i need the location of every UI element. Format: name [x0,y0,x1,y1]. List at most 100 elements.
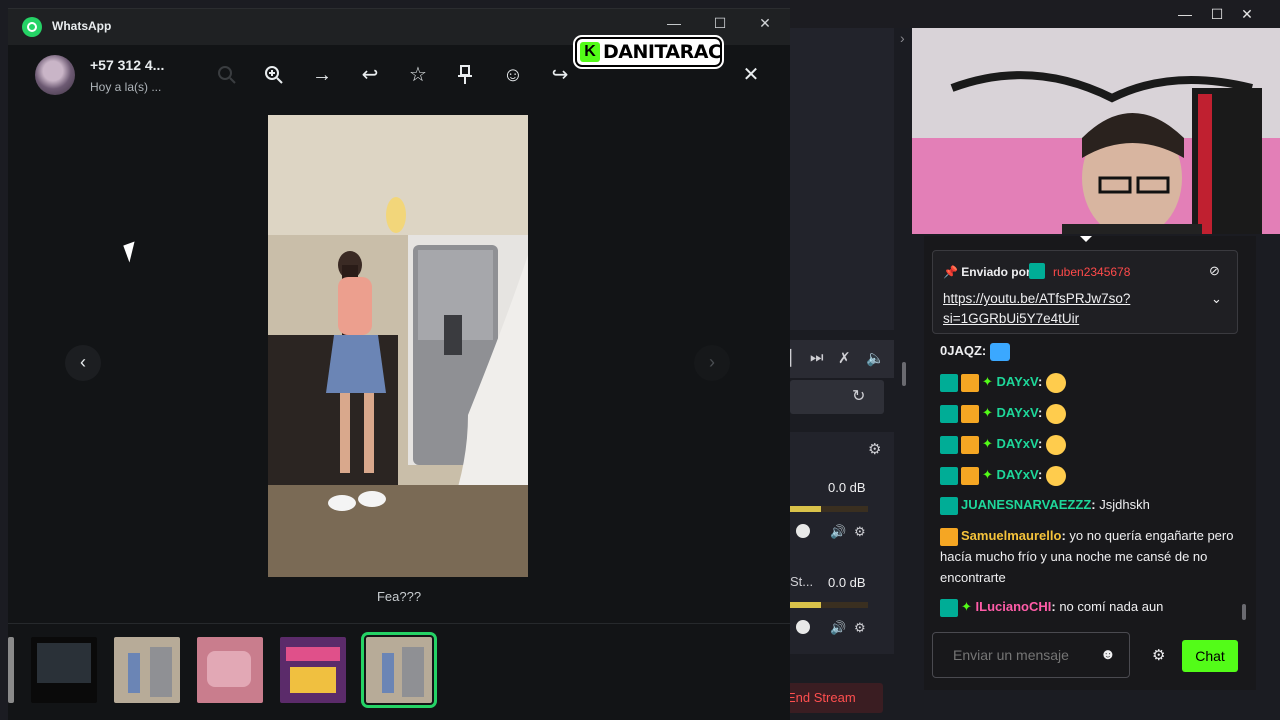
chat-message: ✦ DAYxV: [940,371,1240,393]
panel-scrollbar[interactable] [902,362,906,386]
chat-send-button[interactable]: Chat [1182,640,1238,672]
close-window-button[interactable]: ✕ [745,5,785,41]
volume-slider-handle-2[interactable] [796,620,810,634]
chat-settings-gear-icon[interactable]: ⚙ [1152,646,1165,664]
volume-icon[interactable]: 🔈 [866,349,885,367]
pinned-label: 📌 Enviado por [943,265,1031,279]
whatsapp-logo-icon [22,17,42,37]
zoom-out-icon [212,60,242,90]
moderator-badge-icon [940,373,958,392]
crown-badge-icon [961,466,979,485]
moderator-badge-icon [940,598,958,617]
streaming-app-titlebar: — ☐ ✕ [790,0,1280,28]
stream-chat-panel: 📌 Enviado por ruben2345678 ⊘ https://you… [924,236,1256,690]
contact-name: +57 312 4... [90,57,165,73]
message-timestamp: Hoy a la(s) ... [90,80,162,94]
emote-icon [1045,403,1066,424]
moderator-badge-icon [940,404,958,423]
crown-badge-icon [961,404,979,423]
refresh-icon[interactable]: ↻ [852,386,865,406]
speaker-icon[interactable]: 🔊 [830,620,846,636]
refresh-bar: ↻ [790,380,884,414]
mouse-cursor [123,241,141,263]
scene-preview-panel [790,28,894,330]
stop-icon[interactable]: ▏ [790,349,802,367]
media-thumbnail[interactable] [114,637,180,703]
media-thumbnail[interactable] [8,637,14,703]
sparkle-badge-icon: ✦ [982,467,993,482]
streamer-name: DANITARAC [603,41,722,63]
kick-logo-icon: K [580,42,600,62]
settings-gear-icon[interactable]: ⚙ [868,440,881,458]
pin-icon[interactable] [450,60,480,90]
chat-message: ✦ DAYxV: [940,402,1240,424]
reply-icon[interactable]: ↩ [355,60,385,90]
media-controls: ▏ ⏭ ✗ 🔈 [790,340,894,378]
speaker-icon[interactable]: 🔊 [830,524,846,540]
maximize-icon[interactable]: ☐ [1202,0,1232,28]
window-title: WhatsApp [52,19,112,33]
moderator-badge-icon [940,466,958,485]
end-stream-button[interactable]: End Stream [785,683,883,713]
sparkle-badge-icon: ✦ [982,374,993,389]
chat-message: JUANESNARVAEZZZ: Jsjdhskh [940,494,1240,515]
forward-icon[interactable]: ↪ [545,60,575,90]
media-thumbnail[interactable] [197,637,263,703]
avatar[interactable] [35,55,75,95]
next-media-button[interactable]: › [694,345,730,381]
gear-icon[interactable]: ⚙ [854,524,866,540]
chat-scrollbar[interactable] [1242,604,1246,620]
emote-icon [1045,465,1066,486]
maximize-button[interactable]: ☐ [700,5,740,41]
divider [8,623,790,624]
hide-eye-icon[interactable]: ⊘ [1209,263,1220,279]
audio-mixer-panel: ⚙ 0.0 dB 🔊 ⚙ St... 0.0 dB 🔊 ⚙ [790,432,894,654]
media-thumbnail[interactable] [280,637,346,703]
emoji-picker-icon[interactable]: ☻ [1100,646,1116,663]
minimize-button[interactable]: — [654,5,694,41]
chat-message: 0JAQZ: [940,340,1240,361]
chat-message: Samuelmaurello: yo no quería engañarte p… [940,527,1234,585]
go-to-message-icon[interactable]: → [307,60,337,90]
moderator-badge-icon [1029,263,1045,279]
audio-level-db-1: 0.0 dB [828,480,866,495]
audio-meter-2 [790,602,868,608]
emote-icon [1045,434,1066,455]
source-name-partial: St... [790,574,814,589]
star-icon[interactable]: ☆ [403,60,433,90]
streamer-overlay-badge: K DANITARAC [575,37,722,67]
media-image[interactable] [268,115,528,577]
sparkle-badge-icon: ✦ [982,405,993,420]
sparkle-badge-icon: ✦ [961,599,972,614]
chevron-down-icon[interactable]: ⌄ [1211,291,1222,307]
collapse-chevron-icon[interactable]: › [900,30,905,46]
sparkle-badge-icon: ✦ [982,436,993,451]
mute-icon[interactable]: ✗ [838,349,851,367]
minimize-icon[interactable]: — [1170,0,1200,28]
skip-next-icon[interactable]: ⏭ [810,349,824,366]
close-icon[interactable]: ✕ [1232,0,1262,28]
audio-meter-1 [790,506,868,512]
media-thumbnail-selected[interactable] [361,632,437,708]
volume-slider-handle-1[interactable] [796,524,810,538]
pinned-message: 📌 Enviado por ruben2345678 ⊘ https://you… [932,250,1238,334]
gear-icon[interactable]: ⚙ [854,620,866,636]
audio-level-db-2: 0.0 dB [828,575,866,590]
emote-icon [989,342,1010,361]
emote-icon [1045,372,1066,393]
close-viewer-icon[interactable]: ✕ [736,60,766,90]
caret-down-icon [1080,236,1092,242]
pinned-username[interactable]: ruben2345678 [1053,265,1130,279]
chat-message: ✦ ILucianoCHI: no comí nada aun [940,596,1240,617]
media-thumbnail[interactable] [31,637,97,703]
moderator-badge-icon [940,435,958,454]
pinned-link[interactable]: https://youtu.be/ATfsPRJw7so?si=1GGRbUi5… [943,289,1183,329]
emoji-react-icon[interactable]: ☺ [498,60,528,90]
previous-media-button[interactable]: ‹ [65,345,101,381]
zoom-in-icon[interactable] [259,60,289,90]
crown-badge-icon [961,435,979,454]
moderator-badge-icon [940,496,958,515]
whatsapp-window: WhatsApp — ☐ ✕ +57 312 4... Hoy a la(s) … [8,8,790,720]
webcam-feed [912,28,1280,234]
crown-badge-icon [961,373,979,392]
